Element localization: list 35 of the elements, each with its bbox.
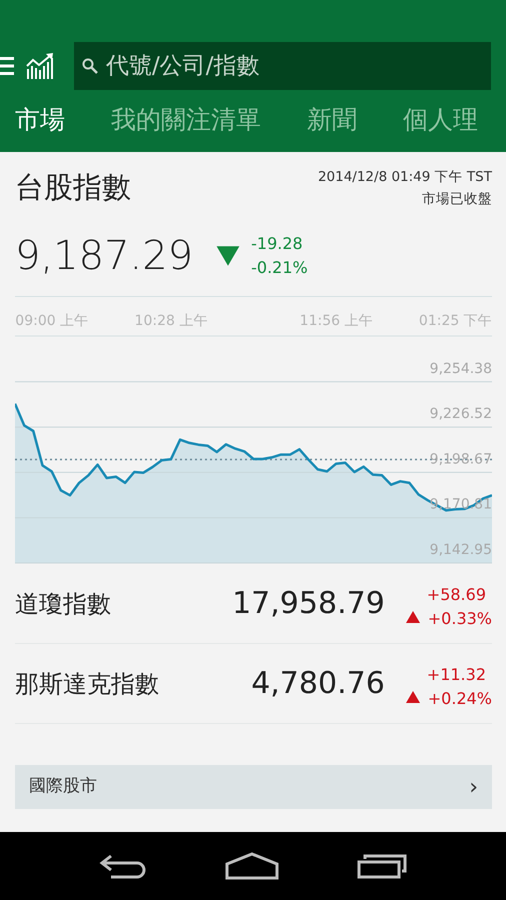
menu-icon[interactable]	[0, 57, 14, 75]
axis-label: 09:00 上午	[15, 313, 88, 329]
up-triangle-icon	[404, 608, 421, 624]
index-title: 台股指數	[15, 169, 131, 206]
index-name: 道瓊指數	[15, 588, 112, 620]
axis-label: 10:28 上午	[134, 313, 208, 329]
search-field[interactable]: 代號/公司/指數	[74, 42, 491, 90]
axis-label: 9,142.95	[430, 542, 492, 558]
change-value: +11.32	[426, 664, 487, 686]
tab[interactable]: 新聞	[307, 101, 357, 139]
change-value: -19.28	[251, 233, 304, 255]
axis-label: 9,254.38	[430, 360, 492, 377]
market-status: 市場已收盤	[421, 190, 492, 209]
axis-label: 01:25 下午	[418, 313, 492, 329]
index-value: 9,187.29	[15, 232, 194, 281]
index-name: 那斯達克指數	[15, 668, 160, 700]
chart-icon[interactable]	[26, 53, 54, 79]
axis-label: 11:56 上午	[300, 313, 372, 329]
index-value: 4,780.76	[250, 665, 386, 703]
change-percent: -0.21%	[251, 257, 308, 279]
tab[interactable]: 市場	[15, 101, 65, 139]
change-percent: +0.24%	[426, 688, 492, 710]
international-markets-link[interactable]: 國際股市 ›	[15, 765, 492, 809]
up-triangle-icon	[404, 688, 421, 704]
axis-label: 9,226.52	[430, 406, 492, 422]
tab[interactable]: 個人理	[403, 101, 478, 139]
back-icon[interactable]	[99, 853, 147, 879]
change-value: +58.69	[426, 584, 487, 606]
index-value: 17,958.79	[231, 585, 386, 623]
timestamp: 2014/12/8 01:49 下午 TST	[318, 168, 492, 187]
home-icon[interactable]	[225, 852, 279, 880]
recent-apps-icon[interactable]	[357, 853, 407, 879]
tab[interactable]: 我的關注清單	[111, 101, 261, 139]
change-percent: +0.33%	[426, 608, 492, 630]
axis-label: 9,198.67	[430, 451, 492, 468]
